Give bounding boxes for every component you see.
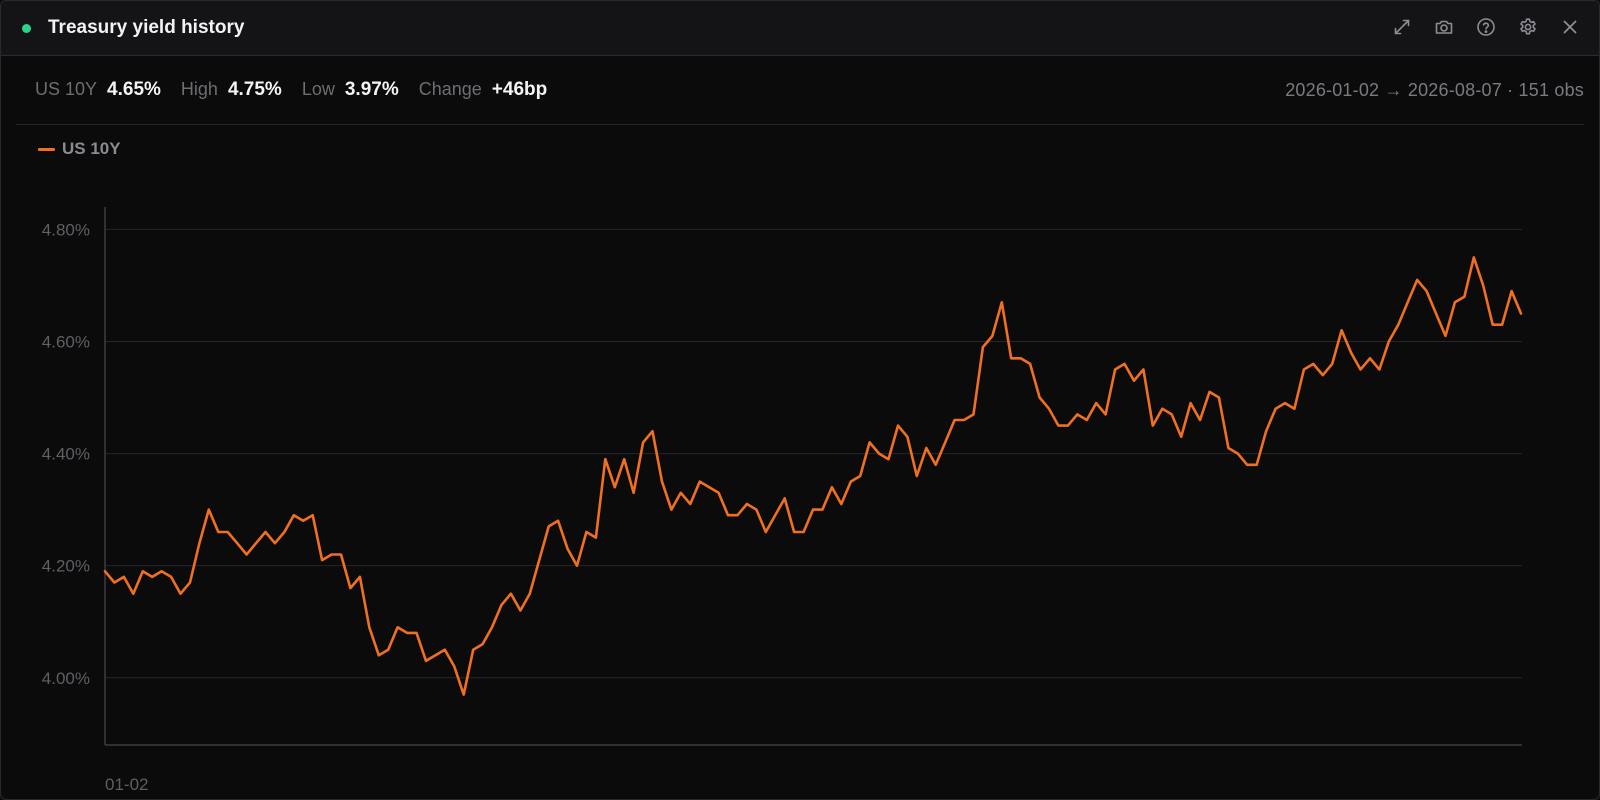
y-tick-label: 4.80%	[42, 220, 90, 239]
y-tick-label: 4.40%	[42, 445, 90, 464]
x-tick-label: 01-02	[105, 775, 148, 794]
y-tick-label: 4.00%	[42, 669, 90, 688]
y-tick-label: 4.60%	[42, 333, 90, 352]
series-line-us-10y	[103, 256, 1523, 696]
y-tick-label: 4.20%	[42, 557, 90, 576]
line-chart[interactable]: 4.00% 4.20% 4.40% 4.60% 4.80% 01-02	[1, 1, 1599, 799]
chart-window: Treasury yield history US 10Y 4.65% High…	[0, 0, 1600, 800]
